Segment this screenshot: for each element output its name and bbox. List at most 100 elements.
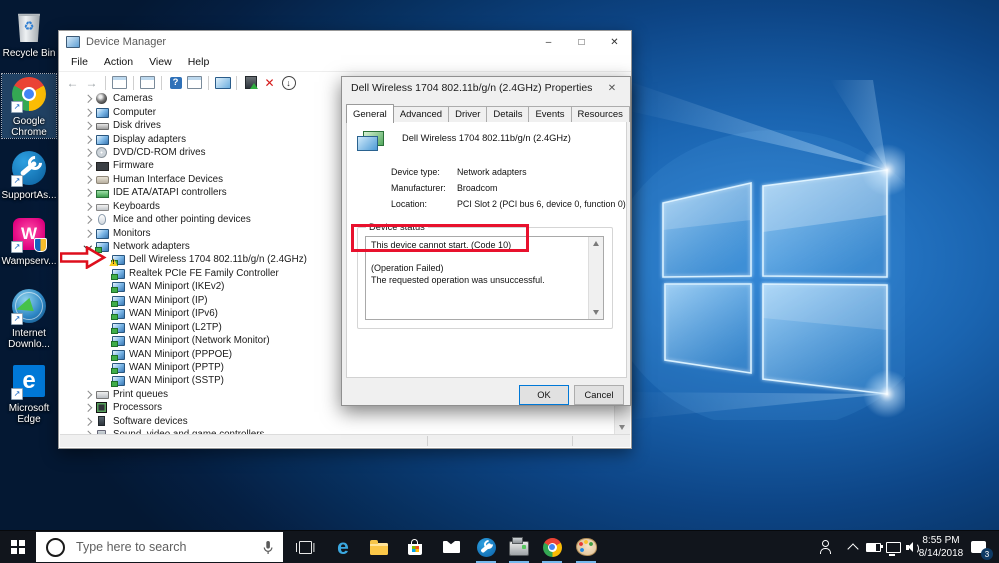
action-center-button[interactable]: 3 (962, 531, 994, 563)
status-line: (Operation Failed) (371, 263, 444, 273)
taskbar-app-mail[interactable] (436, 531, 466, 563)
shortcut-arrow-icon: ↗ (11, 101, 23, 113)
update-driver-icon[interactable] (242, 75, 259, 91)
dm-titlebar[interactable]: Device Manager – □ ✕ (59, 31, 631, 53)
chevron-collapsed-icon[interactable] (80, 119, 96, 132)
chevron-collapsed-icon[interactable] (80, 92, 96, 105)
microsoft-edge-art: e ↗ (2, 361, 56, 401)
tab-events[interactable]: Events (528, 106, 572, 122)
field-label: Manufacturer: (391, 183, 446, 193)
chevron-collapsed-icon[interactable] (80, 227, 96, 240)
close-button[interactable]: ✕ (598, 31, 631, 53)
status-line: The requested operation was unsuccessful… (371, 274, 545, 285)
taskbar-app-file-explorer[interactable] (364, 531, 394, 563)
network-icon (111, 322, 125, 334)
chevron-collapsed-icon[interactable] (80, 401, 96, 414)
menu-item-action[interactable]: Action (96, 55, 141, 69)
firmware-icon (96, 161, 109, 171)
search-input[interactable] (74, 539, 262, 555)
taskbar-app-device-manager[interactable] (504, 531, 534, 563)
warning-icon (109, 258, 118, 267)
tree-item-label: Monitors (113, 227, 151, 239)
camera-icon (96, 93, 107, 105)
dialog-close-button[interactable]: ✕ (599, 80, 625, 97)
menu-item-help[interactable]: Help (180, 55, 218, 69)
tab-driver[interactable]: Driver (448, 106, 488, 122)
network-icon (111, 282, 125, 294)
chevron-collapsed-icon[interactable] (80, 106, 96, 119)
dialog-title: Dell Wireless 1704 802.11b/g/n (2.4GHz) … (351, 82, 593, 94)
status-scrollbar[interactable] (588, 237, 603, 319)
disable-device-icon[interactable] (280, 75, 297, 91)
chevron-collapsed-icon[interactable] (80, 146, 96, 159)
tree-item[interactable]: Software devices (60, 415, 615, 428)
processor-icon (96, 402, 107, 414)
tree-item-label: WAN Miniport (PPPOE) (129, 348, 233, 360)
recycle-bin-art: ♻ (2, 6, 56, 46)
menu-item-file[interactable]: File (63, 55, 96, 69)
dialog-titlebar[interactable]: Dell Wireless 1704 802.11b/g/n (2.4GHz) … (342, 77, 630, 99)
network-icon[interactable] (882, 531, 904, 563)
taskbar-app-store[interactable] (400, 531, 430, 563)
taskbar-search[interactable] (36, 532, 283, 562)
chevron-collapsed-icon[interactable] (80, 388, 96, 401)
dm-statusbar (60, 434, 630, 447)
tab-advanced[interactable]: Advanced (392, 106, 450, 122)
help-icon[interactable] (167, 75, 184, 91)
desktop-icon-google-chrome[interactable]: ↗ Google Chrome (1, 73, 57, 139)
taskbar-app-task-view[interactable] (290, 531, 320, 563)
taskbar-app-supportassist[interactable] (471, 531, 501, 563)
tree-item-label: WAN Miniport (SSTP) (129, 375, 224, 387)
shortcut-arrow-icon: ↗ (11, 388, 23, 400)
taskbar-app-chrome[interactable] (537, 531, 567, 563)
mouse-icon (98, 214, 106, 226)
chevron-collapsed-icon[interactable] (80, 200, 96, 213)
taskbar-clock[interactable]: 8:55 PM 8/14/2018 (918, 531, 964, 563)
tree-item-label: WAN Miniport (PPTP) (129, 361, 224, 373)
start-button[interactable] (0, 531, 36, 563)
maximize-button[interactable]: □ (565, 31, 598, 53)
tab-general[interactable]: General (346, 104, 394, 123)
tab-details[interactable]: Details (486, 106, 530, 122)
tree-item-label: Keyboards (113, 200, 160, 212)
taskbar-app-edge[interactable]: e (328, 531, 358, 563)
taskbar-app-paint[interactable] (571, 531, 601, 563)
console-tree-icon[interactable] (111, 75, 128, 91)
chevron-collapsed-icon[interactable] (80, 133, 96, 146)
computer-icon (96, 107, 109, 118)
ide-icon (96, 189, 109, 198)
minimize-button[interactable]: – (532, 31, 565, 53)
device-field-row: Location: PCI Slot 2 (PCI bus 6, device 0… (347, 198, 626, 214)
desktop-icon-recycle-bin[interactable]: ♻ Recycle Bin (2, 6, 56, 59)
chevron-collapsed-icon[interactable] (80, 415, 96, 428)
ok-button[interactable]: OK (519, 385, 569, 405)
back-icon[interactable] (64, 75, 81, 91)
uninstall-device-icon[interactable] (261, 75, 278, 91)
properties-icon[interactable] (139, 75, 156, 91)
dm-menubar: File Action View Help (59, 53, 631, 72)
desktop-icon-supportassist[interactable]: ↗ SupportAs... (1, 148, 57, 201)
action-pane-icon[interactable] (186, 75, 203, 91)
device-field-row: Manufacturer: Broadcom (347, 182, 626, 198)
scan-hardware-icon[interactable] (214, 75, 231, 91)
windows-logo-wallpaper (625, 80, 905, 420)
tab-resources[interactable]: Resources (570, 106, 630, 122)
people-icon[interactable] (814, 531, 836, 563)
desktop-icon-microsoft-edge[interactable]: e ↗ Microsoft Edge (2, 361, 56, 425)
menu-item-view[interactable]: View (141, 55, 180, 69)
chevron-collapsed-icon[interactable] (80, 186, 96, 199)
forward-icon[interactable] (83, 75, 100, 91)
cancel-button[interactable]: Cancel (574, 385, 624, 405)
desktop-icon-wampserver[interactable]: W ↗ Wampserv... (2, 214, 57, 267)
toolbar-separator (161, 75, 162, 90)
chevron-collapsed-icon[interactable] (80, 213, 96, 226)
desktop-icon-internet-download-manager[interactable]: ↗ Internet Downlo... (2, 286, 56, 350)
window-title: Device Manager (86, 36, 167, 48)
battery-icon[interactable] (862, 531, 884, 563)
chevron-collapsed-icon[interactable] (80, 173, 96, 186)
red-arrow-annotation (60, 246, 107, 269)
chevron-up-icon[interactable] (842, 531, 864, 563)
chevron-collapsed-icon[interactable] (80, 159, 96, 172)
toolbar-separator (208, 75, 209, 90)
tree-item-label: Display adapters (113, 133, 186, 145)
